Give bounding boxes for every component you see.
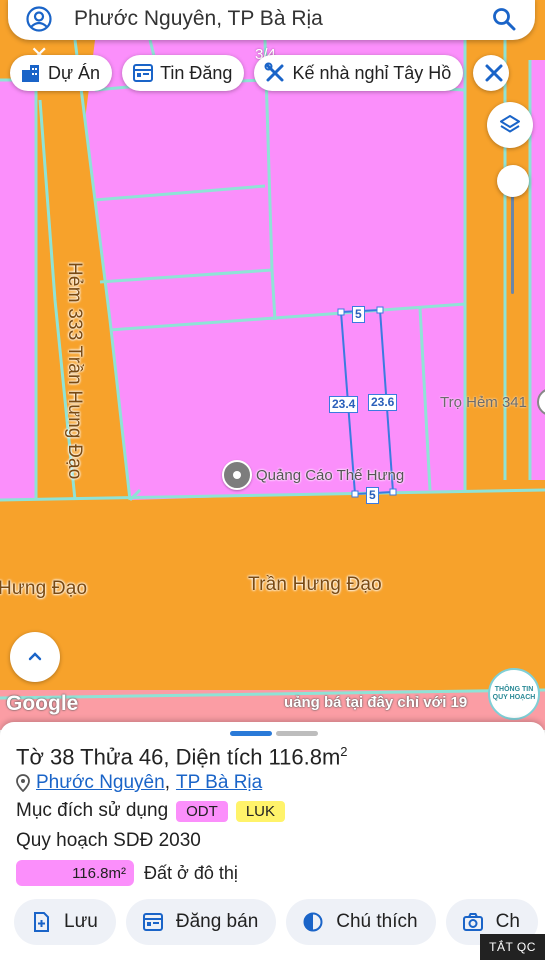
search-input[interactable]: Phước Nguyên, TP Bà Rịa xyxy=(74,7,491,31)
search-icon[interactable] xyxy=(491,6,517,32)
map-pin-icon xyxy=(222,460,252,490)
purpose-badge-odt: ODT xyxy=(176,800,228,822)
chevron-up-icon xyxy=(28,652,42,661)
dimension-left: 23.4 xyxy=(329,396,359,413)
layers-icon xyxy=(500,115,520,133)
purpose-label: Mục đích sử dụng xyxy=(16,800,169,821)
post-sale-button-label: Đăng bán xyxy=(175,911,259,932)
area-bar: 116.8m² xyxy=(16,860,134,886)
chip-more[interactable] xyxy=(473,55,510,91)
wrench-icon xyxy=(264,62,284,82)
location-row: Phước Nguyên, TP Bà Rịa xyxy=(16,772,262,794)
google-logo: Google xyxy=(6,692,79,715)
area-value: 116.8m² xyxy=(72,864,126,882)
chip-ke-nha-nghi-label: Kế nhà nghỉ Tây Hồ xyxy=(292,62,452,83)
poi-inn-label[interactable]: Trọ Hẻm 341 xyxy=(440,394,527,411)
chip-du-an-label: Dự Án xyxy=(48,62,101,83)
hide-ads-button[interactable]: TẮT QC xyxy=(480,934,545,960)
post-sale-button[interactable]: Đăng bán xyxy=(125,899,277,945)
save-button[interactable]: Lưu xyxy=(14,899,116,945)
location-pin-icon xyxy=(16,774,30,792)
chip-tin-dang[interactable]: Tin Đăng xyxy=(122,55,245,91)
purpose-row: Mục đích sử dụng ODT LUK xyxy=(16,800,285,822)
street-label-main-left: Hưng Đạo xyxy=(0,578,88,599)
street-label-main: Trần Hưng Đạo xyxy=(248,574,382,595)
area-row: 116.8m² Đất ở đô thị xyxy=(16,860,238,886)
save-button-label: Lưu xyxy=(64,911,98,932)
camera-button-label: Ch xyxy=(495,911,520,932)
dimension-bottom: 5 xyxy=(366,487,379,504)
chip-ke-nha-nghi[interactable]: Kế nhà nghỉ Tây Hồ xyxy=(254,55,464,91)
location-separator: , xyxy=(164,772,170,793)
plan-label: Quy hoạch SDĐ 2030 xyxy=(16,830,201,851)
dimension-top: 5 xyxy=(352,306,365,323)
poi-ad-shop[interactable]: Quảng Cáo Thế Hưng xyxy=(222,460,404,490)
listing-icon xyxy=(133,64,154,82)
parcel-title-sup: 2 xyxy=(340,744,348,759)
parcel-sheet: Tờ 38 Thửa 46, Diện tích 116.8m2 Phước N… xyxy=(0,722,545,960)
map-view[interactable]: Hẻm 333 Trần Hưng Đạo Trần Hưng Đạo Hưng… xyxy=(0,0,545,730)
street-label-alley: Hẻm 333 Trần Hưng Đạo xyxy=(64,262,85,480)
parcel-title-text: Tờ 38 Thửa 46, Diện tích 116.8m xyxy=(16,744,341,770)
opacity-slider-track[interactable] xyxy=(511,182,514,294)
dimension-right: 23.6 xyxy=(368,394,398,411)
area-type: Đất ở đô thị xyxy=(144,862,238,883)
layers-button[interactable] xyxy=(487,102,533,148)
ad-banner[interactable]: uảng bá tại đây chỉ với 19 xyxy=(284,694,467,711)
building-icon xyxy=(22,65,39,82)
account-icon[interactable] xyxy=(26,6,52,32)
poi-ad-shop-label: Quảng Cáo Thế Hưng xyxy=(256,466,405,484)
wrench-icon xyxy=(485,64,503,82)
purpose-badge-luk: LUK xyxy=(235,800,285,822)
chip-tin-dang-label: Tin Đăng xyxy=(160,62,233,83)
legend-button-label: Chú thích xyxy=(336,911,418,932)
ward-link[interactable]: Phước Nguyên xyxy=(36,772,165,794)
chip-du-an[interactable]: Dự Án xyxy=(10,55,113,91)
planning-info-badge[interactable]: THÔNG TIN QUY HOẠCH xyxy=(488,668,540,720)
legend-icon xyxy=(303,912,323,932)
sheet-handle[interactable] xyxy=(230,731,318,736)
save-plus-icon xyxy=(34,912,49,932)
filter-chips: Dự Án Tin Đăng Kế nhà nghỉ Tây Hồ xyxy=(10,55,510,91)
search-bar[interactable]: Phước Nguyên, TP Bà Rịa xyxy=(8,0,535,40)
listing-icon xyxy=(142,913,163,931)
camera-icon xyxy=(462,913,483,931)
expand-button[interactable] xyxy=(10,632,60,682)
legend-button[interactable]: Chú thích xyxy=(286,899,436,945)
action-bar: Lưu Đăng bán Chú thích Ch xyxy=(14,899,538,945)
city-link[interactable]: TP Bà Rịa xyxy=(176,772,262,794)
opacity-slider-thumb[interactable] xyxy=(497,165,529,197)
parcel-title: Tờ 38 Thửa 46, Diện tích 116.8m2 xyxy=(16,744,348,770)
